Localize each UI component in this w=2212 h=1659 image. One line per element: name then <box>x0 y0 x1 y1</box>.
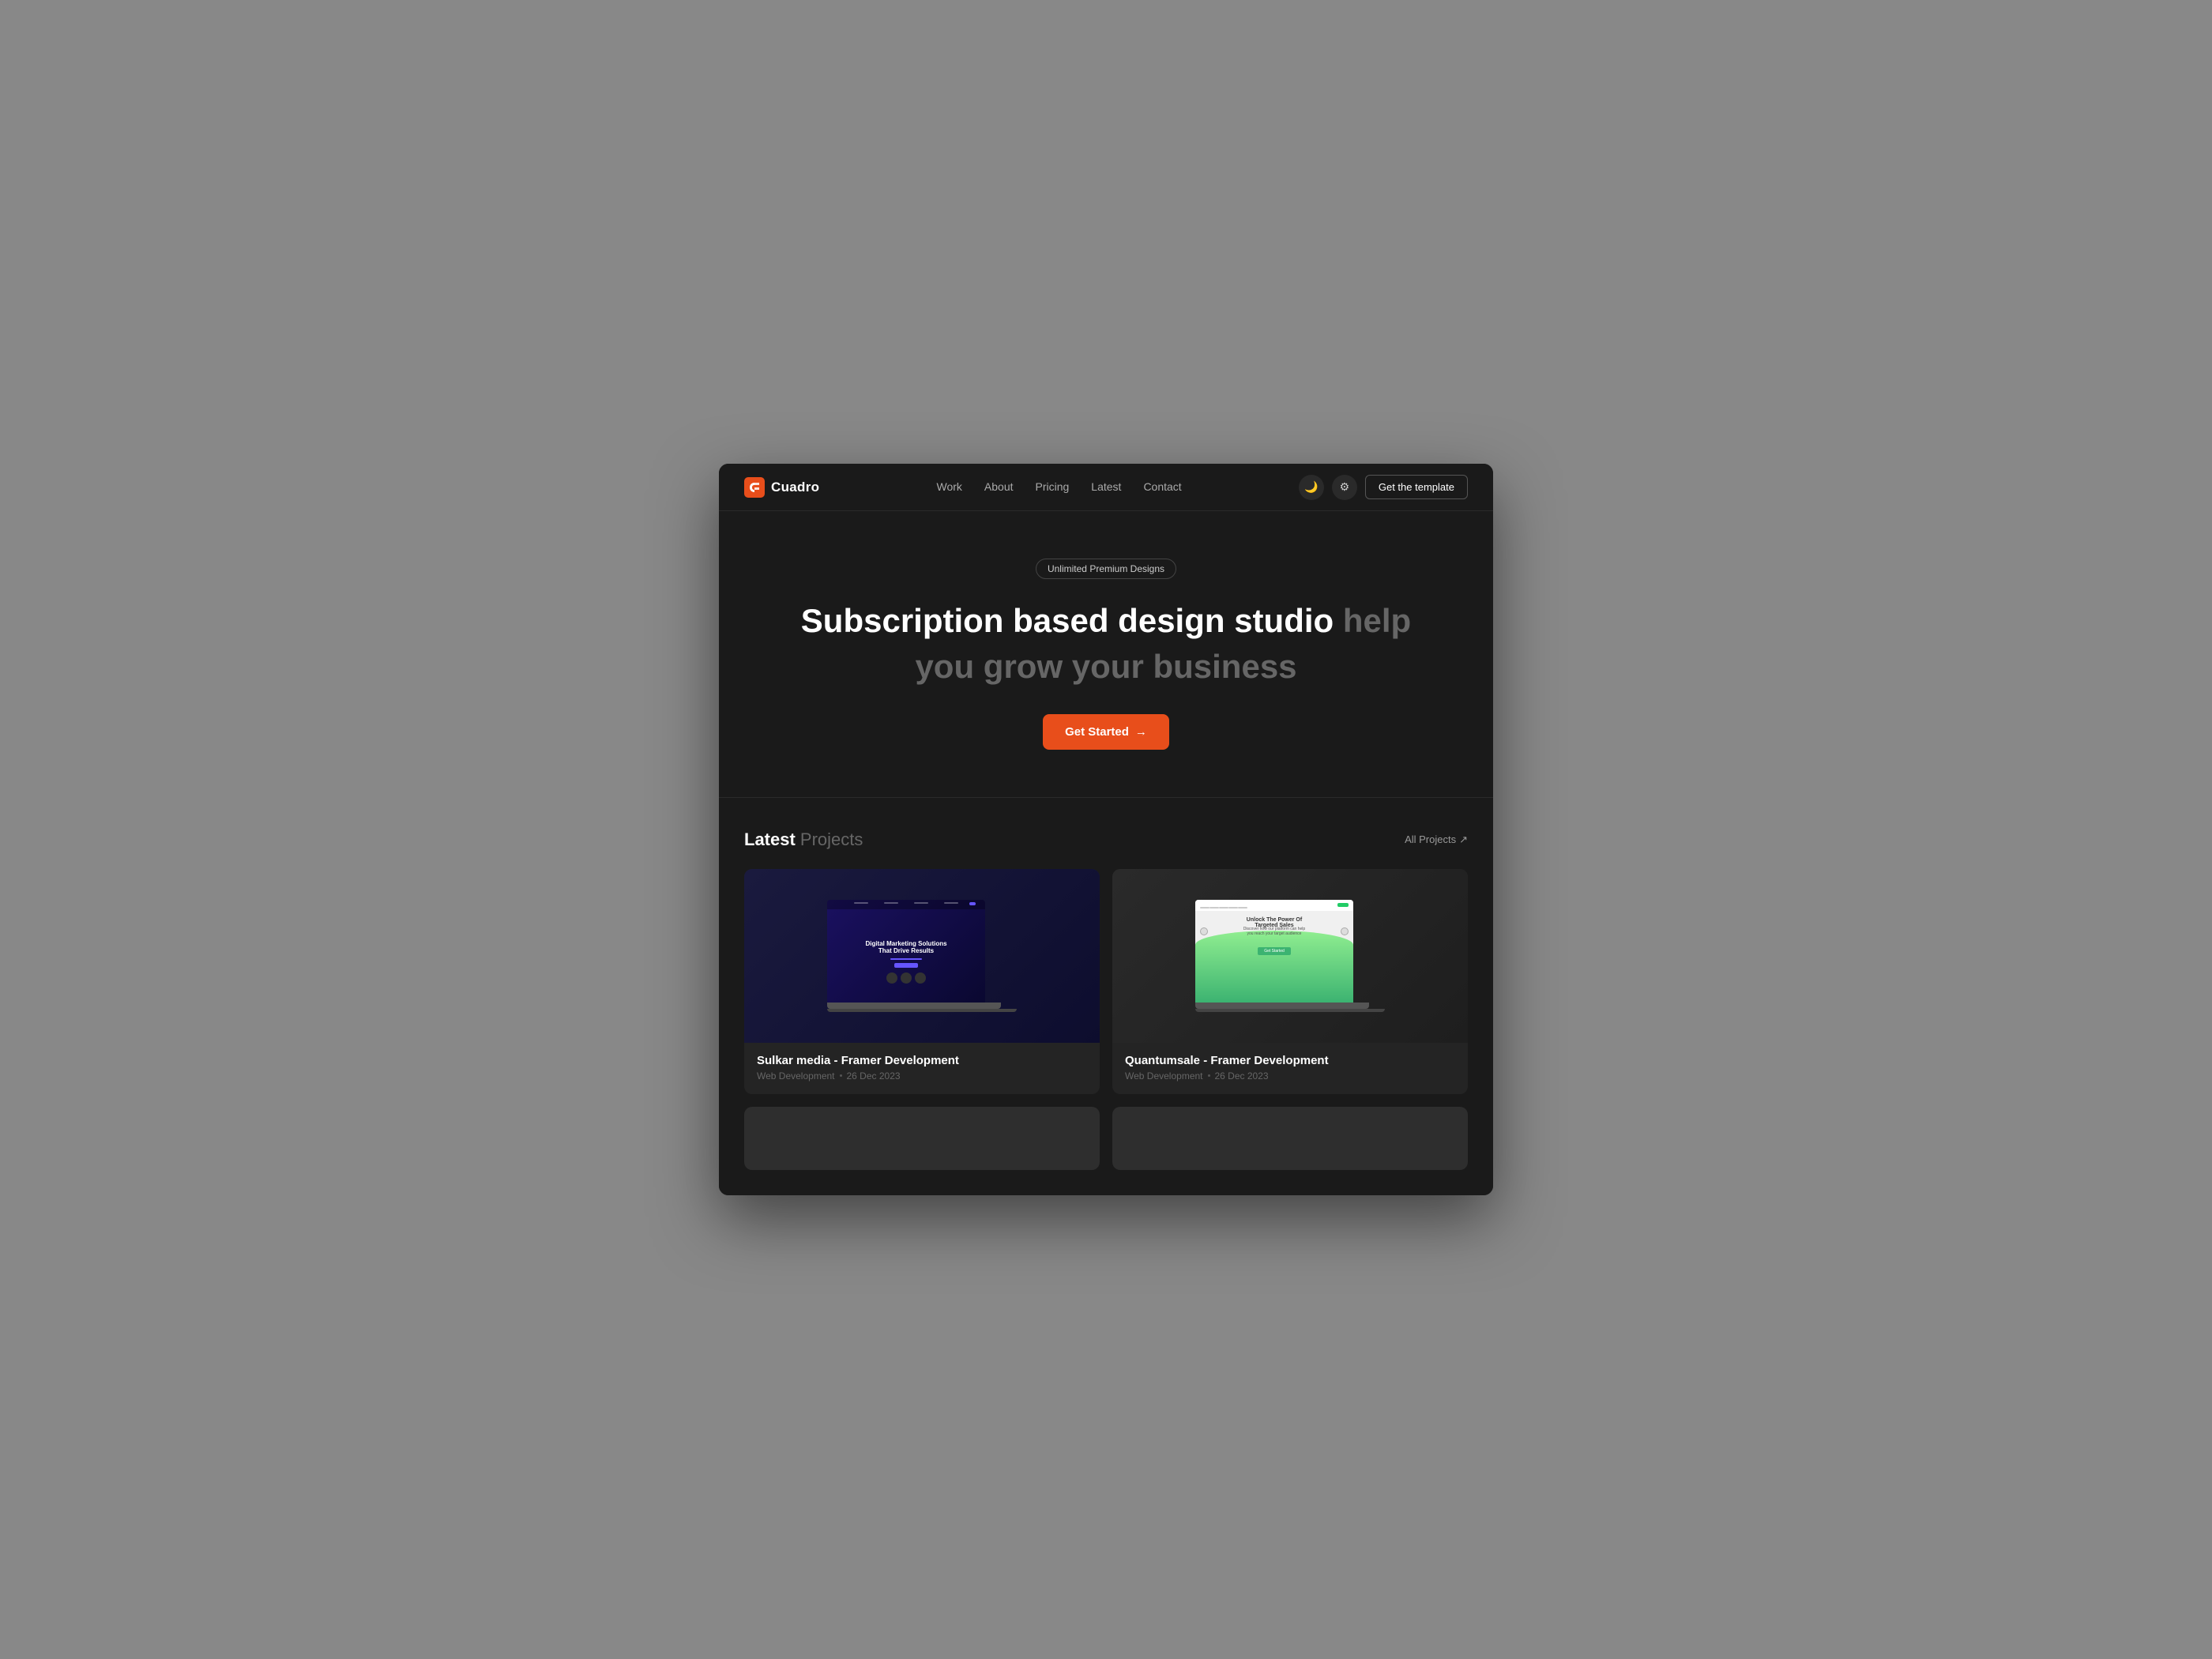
sulkar-screen: Digital Marketing SolutionsThat Drive Re… <box>827 900 985 1003</box>
bottom-cards-row <box>744 1107 1468 1170</box>
projects-header: Latest Projects All Projects ↗ <box>744 830 1468 850</box>
sulkar-info: Sulkar media - Framer Development Web De… <box>744 1043 1100 1094</box>
all-projects-text: All Projects <box>1405 833 1456 845</box>
nav-latest[interactable]: Latest <box>1091 480 1121 493</box>
laptop-mockup-sulkar: Digital Marketing SolutionsThat Drive Re… <box>827 900 1017 1012</box>
laptop-mockup-quantum: Unlock The Power OfTargeted Sales Discov… <box>1195 900 1385 1012</box>
bottom-card-1[interactable] <box>744 1107 1100 1170</box>
get-started-label: Get Started <box>1065 725 1129 739</box>
quantum-info: Quantumsale - Framer Development Web Dev… <box>1112 1043 1468 1094</box>
navbar: Cuadro Work About Pricing Latest Contact… <box>719 464 1493 511</box>
latest-label: Latest <box>744 830 796 849</box>
quantum-category: Web Development <box>1125 1070 1203 1082</box>
hero-title-accent: help <box>1343 602 1411 639</box>
quantum-name: Quantumsale - Framer Development <box>1125 1054 1455 1067</box>
nav-work[interactable]: Work <box>936 480 961 493</box>
sulkar-nav <box>827 902 985 904</box>
nav-contact[interactable]: Contact <box>1143 480 1181 493</box>
cuadro-logo-icon <box>744 477 765 498</box>
quantum-green-bg <box>1195 931 1353 1003</box>
nav-pricing[interactable]: Pricing <box>1036 480 1070 493</box>
project-card-sulkar[interactable]: Digital Marketing SolutionsThat Drive Re… <box>744 869 1100 1094</box>
project-card-quantum[interactable]: Unlock The Power OfTargeted Sales Discov… <box>1112 869 1468 1094</box>
browser-window: Cuadro Work About Pricing Latest Contact… <box>719 464 1493 1194</box>
nav-links: Work About Pricing Latest Contact <box>936 480 1181 495</box>
hero-badge: Unlimited Premium Designs <box>1036 559 1176 579</box>
logo-text: Cuadro <box>771 480 819 495</box>
nav-about[interactable]: About <box>984 480 1014 493</box>
logo-area: Cuadro <box>744 477 819 498</box>
sulkar-meta: Web Development 26 Dec 2023 <box>757 1070 1087 1082</box>
quantum-mockup: Unlock The Power OfTargeted Sales Discov… <box>1112 869 1468 1043</box>
quantum-nav-bar <box>1195 900 1353 911</box>
meta-dot-2 <box>1208 1074 1210 1077</box>
hero-title: Subscription based design studio help <box>744 601 1468 641</box>
arrow-right-icon: → <box>1135 725 1147 739</box>
external-link-icon: ↗ <box>1459 833 1468 846</box>
quantum-cta: Get Started <box>1258 947 1291 955</box>
settings-icon: ⚙ <box>1340 480 1350 494</box>
quantum-screen-sub: Discover how our platform can helpyou re… <box>1211 927 1337 937</box>
sulkar-accent <box>969 902 976 905</box>
sulkar-mockup: Digital Marketing SolutionsThat Drive Re… <box>744 869 1100 1043</box>
get-template-button[interactable]: Get the template <box>1365 475 1468 499</box>
quantum-meta: Web Development 26 Dec 2023 <box>1125 1070 1455 1082</box>
sulkar-name: Sulkar media - Framer Development <box>757 1054 1087 1067</box>
settings-icon-button[interactable]: ⚙ <box>1332 475 1357 500</box>
projects-grid: Digital Marketing SolutionsThat Drive Re… <box>744 869 1468 1094</box>
quantum-date: 26 Dec 2023 <box>1215 1070 1269 1082</box>
sulkar-category: Web Development <box>757 1070 835 1082</box>
all-projects-link[interactable]: All Projects ↗ <box>1405 833 1468 846</box>
sulkar-screen-title: Digital Marketing SolutionsThat Drive Re… <box>865 940 946 954</box>
bottom-card-2[interactable] <box>1112 1107 1468 1170</box>
bottom-card-1-inner <box>744 1107 1100 1170</box>
quantum-laptop-base <box>1195 1003 1369 1009</box>
meta-dot <box>840 1074 842 1077</box>
projects-heading: Latest Projects <box>744 830 863 850</box>
sulkar-date: 26 Dec 2023 <box>847 1070 901 1082</box>
get-started-button[interactable]: Get Started → <box>1043 714 1169 750</box>
hero-section: Unlimited Premium Designs Subscription b… <box>719 511 1493 797</box>
projects-section: Latest Projects All Projects ↗ <box>719 798 1493 1195</box>
quantum-screen: Unlock The Power OfTargeted Sales Discov… <box>1195 900 1353 1003</box>
moon-icon: 🌙 <box>1304 480 1318 494</box>
bottom-card-2-inner <box>1112 1107 1468 1170</box>
quantum-nav-dots <box>1200 900 1247 912</box>
hero-title-bold: Subscription based design studio <box>801 602 1334 639</box>
projects-muted-label: Projects <box>800 830 863 849</box>
sulkar-laptop-base <box>827 1003 1001 1009</box>
moon-icon-button[interactable]: 🌙 <box>1299 475 1324 500</box>
sulkar-thumbnail: Digital Marketing SolutionsThat Drive Re… <box>744 869 1100 1043</box>
hero-subtitle: you grow your business <box>744 648 1468 686</box>
quantum-thumbnail: Unlock The Power OfTargeted Sales Discov… <box>1112 869 1468 1043</box>
nav-actions: 🌙 ⚙ Get the template <box>1299 475 1468 500</box>
